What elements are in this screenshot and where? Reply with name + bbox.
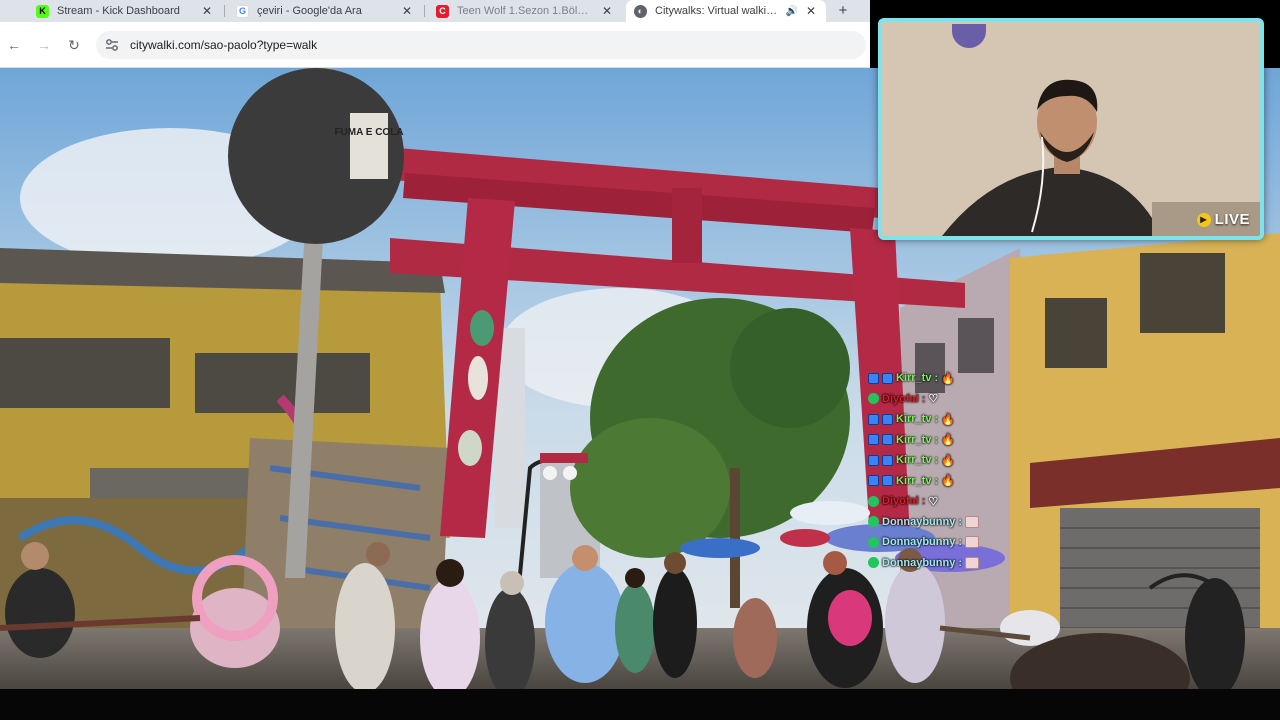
close-icon[interactable]: ✕ xyxy=(200,4,214,18)
subscriber-badge-icon xyxy=(868,454,879,466)
tab-title: Stream - Kick Dashboard xyxy=(57,5,180,17)
tab-title: çeviri - Google'da Ara xyxy=(257,5,362,17)
kick-icon: K xyxy=(36,4,49,18)
tab-divider xyxy=(424,5,425,17)
chat-username: Diyofal xyxy=(882,392,919,405)
chat-separator: : xyxy=(921,495,926,508)
tab-kick-dashboard[interactable]: K Stream - Kick Dashboard ✕ xyxy=(28,0,222,22)
fire-emote-icon: 🔥 xyxy=(941,372,955,385)
streamer-webcam xyxy=(882,22,1260,236)
chat-separator: : xyxy=(958,536,963,549)
new-tab-button[interactable]: + xyxy=(832,0,854,22)
chat-username: Diyofal xyxy=(882,495,919,508)
subscriber-badge-icon xyxy=(882,475,893,487)
fire-emote-icon: 🔥 xyxy=(941,434,955,447)
verified-badge-icon xyxy=(868,495,879,507)
subscriber-badge-icon xyxy=(882,454,893,466)
custom-emote-icon xyxy=(965,515,980,528)
chat-username: Kirr_tv xyxy=(896,433,932,446)
chat-username: Donnaybunny xyxy=(882,556,956,569)
tab-teen-wolf[interactable]: C Teen Wolf 1.Sezon 1.Bölüm Türk ✕ xyxy=(428,0,622,22)
back-arrow-icon[interactable]: ← xyxy=(3,34,25,56)
sticker-text: FUMA E COLA xyxy=(334,127,403,138)
chat-username: Donnaybunny xyxy=(882,536,956,549)
live-indicator: ▶ LIVE xyxy=(1196,211,1250,228)
video-site-icon: C xyxy=(436,4,449,18)
chat-username: Kirr_tv xyxy=(896,474,932,487)
fire-emote-icon: 🔥 xyxy=(941,413,955,426)
custom-emote-icon xyxy=(965,556,980,569)
address-bar[interactable]: citywalki.com/sao-paolo?type=walk xyxy=(96,31,866,59)
subscriber-badge-icon xyxy=(868,475,879,487)
verified-badge-icon xyxy=(868,393,879,405)
verified-badge-icon xyxy=(868,557,879,569)
chat-separator: : xyxy=(934,454,939,467)
verified-badge-icon xyxy=(868,536,879,548)
chat-overlay: Kirr_tv : 🔥 Diyofal : ♡ Kirr_tv : 🔥 Kirr… xyxy=(868,368,1068,573)
tab-strip: K Stream - Kick Dashboard ✕ G çeviri - G… xyxy=(0,0,870,22)
heart-emote-icon: ♡ xyxy=(928,495,939,508)
subscriber-badge-icon xyxy=(868,434,879,446)
tab-title: Citywalks: Virtual walking to xyxy=(655,5,782,17)
webcam-overlay: ▶ LIVE xyxy=(878,18,1264,240)
chat-username: Kirr_tv xyxy=(896,454,932,467)
speaker-icon[interactable]: 🔊 xyxy=(786,6,798,17)
chat-message: Kirr_tv : 🔥 xyxy=(868,430,1068,451)
heart-emote-icon: ♡ xyxy=(928,393,939,406)
subscriber-badge-icon xyxy=(882,372,893,384)
chat-username: Kirr_tv xyxy=(896,372,932,385)
chat-message: Diyofal : ♡ xyxy=(868,491,1068,512)
chat-separator: : xyxy=(934,413,939,426)
tab-citywalks[interactable]: ◐ Citywalks: Virtual walking to 🔊 ✕ xyxy=(626,0,826,22)
subscriber-badge-icon xyxy=(868,372,879,384)
close-icon[interactable]: ✕ xyxy=(600,4,614,18)
close-icon[interactable]: ✕ xyxy=(400,4,414,18)
chat-message: Kirr_tv : 🔥 xyxy=(868,450,1068,471)
taskbar-strip xyxy=(0,689,1280,720)
subscriber-badge-icon xyxy=(868,413,879,425)
chat-message: Kirr_tv : 🔥 xyxy=(868,471,1068,492)
google-icon: G xyxy=(236,4,249,18)
forward-arrow-icon[interactable]: → xyxy=(33,34,55,56)
reload-icon[interactable]: ↻ xyxy=(63,34,85,56)
chat-username: Kirr_tv xyxy=(896,413,932,426)
fire-emote-icon: 🔥 xyxy=(941,454,955,467)
tab-title: Teen Wolf 1.Sezon 1.Bölüm Türk xyxy=(457,5,594,17)
browser-toolbar: ← → ↻ citywalki.com/sao-paolo?type=walk xyxy=(0,22,870,68)
verified-badge-icon xyxy=(868,516,879,528)
chat-message: Diyofal : ♡ xyxy=(868,389,1068,410)
chat-message: Donnaybunny : xyxy=(868,532,1068,553)
citywalks-icon: ◐ xyxy=(634,4,647,18)
url-text: citywalki.com/sao-paolo?type=walk xyxy=(130,38,318,52)
chat-separator: : xyxy=(958,515,963,528)
chat-separator: : xyxy=(934,372,939,385)
close-icon[interactable]: ✕ xyxy=(804,4,818,18)
live-icon: ▶ xyxy=(1196,212,1211,227)
site-settings-icon[interactable] xyxy=(104,37,120,53)
chat-separator: : xyxy=(958,556,963,569)
chat-username: Donnaybunny xyxy=(882,515,956,528)
chat-separator: : xyxy=(934,433,939,446)
tab-divider xyxy=(224,5,225,17)
subscriber-badge-icon xyxy=(882,434,893,446)
chat-message: Kirr_tv : 🔥 xyxy=(868,368,1068,389)
live-label: LIVE xyxy=(1214,211,1250,228)
chat-message: Kirr_tv : 🔥 xyxy=(868,409,1068,430)
subscriber-badge-icon xyxy=(882,413,893,425)
custom-emote-icon xyxy=(965,536,980,549)
chat-message: Donnaybunny : xyxy=(868,553,1068,574)
chat-separator: : xyxy=(934,474,939,487)
tab-google-search[interactable]: G çeviri - Google'da Ara ✕ xyxy=(228,0,422,22)
fire-emote-icon: 🔥 xyxy=(941,475,955,488)
chat-message: Donnaybunny : xyxy=(868,512,1068,533)
chat-separator: : xyxy=(921,392,926,405)
